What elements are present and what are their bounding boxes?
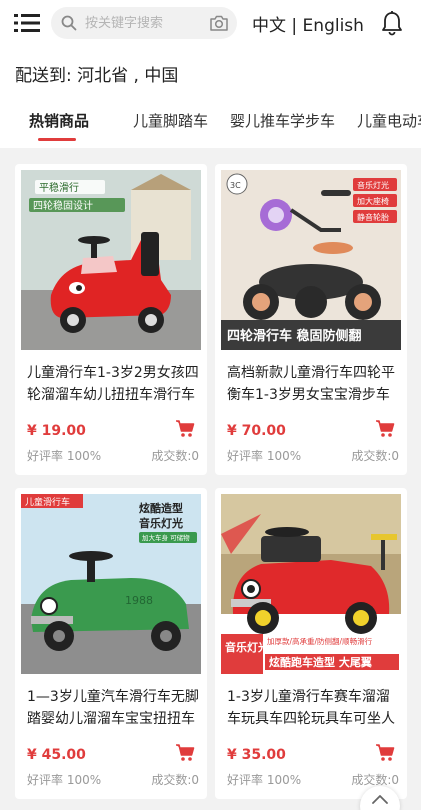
image-caption: 静音轮胎 — [357, 212, 389, 222]
product-rating: 好评率 100% — [27, 773, 102, 787]
language-switcher: 中文 | English — [252, 11, 364, 36]
image-caption: 3C — [230, 181, 241, 190]
product-card[interactable]: 3C 音乐灯光 加大座椅 静音轮胎 四轮滑行车 稳固防侧翻 高档新款儿童滑行车四… — [215, 164, 407, 475]
image-caption: 四轮滑行车 稳固防侧翻 — [227, 328, 362, 344]
image-caption: 音乐灯光 — [357, 180, 389, 190]
image-caption: 音乐灯光 — [139, 516, 183, 530]
image-caption: 炫酷跑车造型 大尾翼 — [269, 655, 372, 669]
cart-icon[interactable] — [375, 744, 395, 762]
product-rating: 好评率 100% — [227, 773, 302, 787]
image-caption: 加大座椅 — [357, 196, 389, 206]
image-caption: 平稳滑行 — [39, 181, 79, 194]
tab-kids-pedal-car[interactable]: 儿童脚踏车 — [133, 110, 208, 131]
cart-icon[interactable] — [375, 420, 395, 438]
cart-icon[interactable] — [175, 420, 195, 438]
product-title[interactable]: 高档新款儿童滑行车四轮平衡车1-3岁男女宝宝滑步车 — [227, 362, 399, 406]
product-rating: 好评率 100% — [227, 449, 302, 463]
tab-kids-electric-car[interactable]: 儿童电动车 — [357, 110, 421, 131]
top-bar: 中文 | English — [0, 0, 421, 48]
image-caption: 1988 — [125, 594, 153, 607]
image-caption: 加厚款/高承重/防侧翻/顺畅滑行 — [267, 636, 373, 646]
category-tabs: 热销商品 儿童脚踏车 婴儿推车学步车 儿童电动车 — [0, 96, 421, 148]
product-card[interactable]: 音乐灯光 加厚款/高承重/防侧翻/顺畅滑行 炫酷跑车造型 大尾翼 1-3岁儿童滑… — [215, 488, 407, 799]
product-price: ¥ 70.00 — [227, 423, 286, 439]
product-price: ¥ 35.00 — [227, 747, 286, 763]
image-caption: 儿童滑行车 — [25, 496, 70, 508]
product-image: 儿童滑行车 炫酷造型 音乐灯光 加大车身 可储物 1988 — [21, 494, 201, 674]
image-caption: 音乐灯光 — [225, 640, 269, 654]
product-sold-count: 成交数:0 — [151, 773, 199, 787]
search-bar — [51, 7, 237, 39]
product-card[interactable]: 平稳滑行 四轮稳固设计 儿童滑行车1-3岁2男女孩四轮溜溜车幼儿扭扭车滑行车 ¥… — [15, 164, 207, 475]
camera-icon[interactable] — [209, 14, 229, 32]
product-sold-count: 成交数:0 — [351, 449, 399, 463]
product-image: 平稳滑行 四轮稳固设计 — [21, 170, 201, 350]
search-input[interactable] — [85, 13, 203, 33]
tab-stroller-walker[interactable]: 婴儿推车学步车 — [230, 110, 335, 131]
image-caption: 加大车身 可储物 — [142, 533, 190, 542]
product-card[interactable]: 儿童滑行车 炫酷造型 音乐灯光 加大车身 可储物 1988 1—3岁儿童汽车滑行… — [15, 488, 207, 799]
language-chinese[interactable]: 中文 — [252, 16, 286, 36]
product-title[interactable]: 儿童滑行车1-3岁2男女孩四轮溜溜车幼儿扭扭车滑行车 — [27, 362, 199, 406]
product-image: 3C 音乐灯光 加大座椅 静音轮胎 四轮滑行车 稳固防侧翻 — [221, 170, 401, 350]
language-english[interactable]: English — [303, 16, 364, 36]
product-title[interactable]: 1-3岁儿童滑行车赛车溜溜车玩具车四轮玩具车可坐人 — [227, 686, 399, 730]
product-sold-count: 成交数:0 — [151, 449, 199, 463]
bell-icon[interactable] — [380, 10, 404, 36]
chevron-up-icon — [372, 795, 388, 804]
product-price: ¥ 45.00 — [27, 747, 86, 763]
tab-hot-products[interactable]: 热销商品 — [29, 110, 89, 131]
product-title[interactable]: 1—3岁儿童汽车滑行车无脚踏婴幼儿溜溜车宝宝扭扭车 — [27, 686, 199, 730]
active-tab-indicator — [38, 138, 76, 141]
shipping-label: 配送到: — [15, 66, 72, 86]
search-icon — [61, 15, 77, 31]
image-caption: 四轮稳固设计 — [33, 199, 93, 212]
language-separator: | — [291, 16, 298, 36]
shipping-location-value: 河北省 , 中国 — [77, 66, 179, 86]
menu-icon[interactable] — [14, 12, 40, 34]
image-caption: 炫酷造型 — [139, 501, 183, 515]
product-rating: 好评率 100% — [27, 449, 102, 463]
cart-icon[interactable] — [175, 744, 195, 762]
product-image: 音乐灯光 加厚款/高承重/防侧翻/顺畅滑行 炫酷跑车造型 大尾翼 — [221, 494, 401, 674]
product-price: ¥ 19.00 — [27, 423, 86, 439]
shipping-location[interactable]: 配送到: 河北省 , 中国 — [0, 48, 421, 96]
